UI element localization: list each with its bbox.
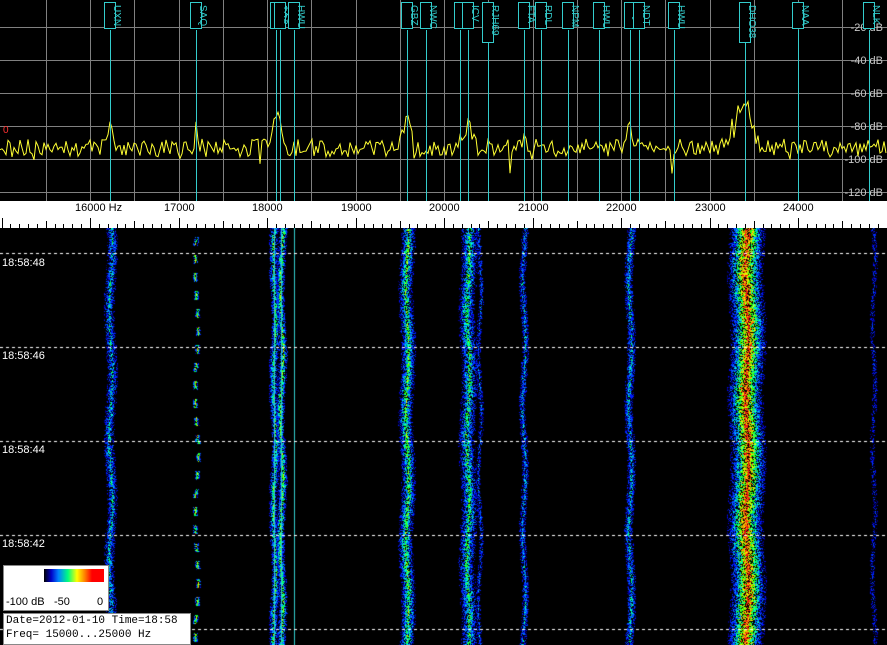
station-label: UXN (111, 5, 122, 26)
station-label: RJH69 (489, 5, 500, 36)
spectrum-plot[interactable]: -20 dB-40 dB-60 dB-80 dB-100 dB-120 dB0U… (0, 0, 887, 201)
frequency-range-text: Freq= 15000...25000 Hz (6, 629, 152, 641)
db-label: -80 dB (851, 121, 883, 133)
spectrum-lab-window: -20 dB -40 dB -60 dB -80 dB -100 dB -120 dB 0 U… (0, 0, 887, 645)
station-label: ICV (469, 5, 480, 22)
db-label: -40 dB (851, 55, 883, 67)
station-label: HWU (295, 5, 306, 29)
scale-label: 20000 (429, 202, 460, 214)
reference-marker: 0 (3, 125, 9, 136)
station-label: HWU (600, 5, 611, 29)
color-legend: -100 dB -50 0 (3, 565, 109, 611)
station-label: NPM (569, 5, 580, 27)
scale-label: 23000 (695, 202, 726, 214)
legend-max-label: 0 (97, 596, 104, 608)
frequency-scale[interactable]: 16000 Hz 17000 18000 19000 20000 21000 22000 23… (0, 201, 887, 228)
scale-label: 21000 (518, 202, 549, 214)
waterfall-display[interactable] (0, 228, 887, 645)
scale-label: 24000 (783, 202, 814, 214)
station-label: HWU (675, 5, 686, 29)
scale-label: 22000 (606, 202, 637, 214)
db-label: -100 dB (844, 154, 883, 166)
scale-label: 19000 (341, 202, 372, 214)
station-label: GBZ (408, 5, 419, 26)
date-time-text: Date=2012-01-10 Time=18:58 (6, 615, 178, 627)
time-label: 18:58:48 (2, 257, 45, 269)
db-label: -60 dB (851, 88, 883, 100)
station-label: SAQ (197, 5, 208, 26)
time-label: 18:58:46 (2, 350, 45, 362)
station-label: NAA (799, 5, 810, 26)
station-label: NDT (640, 5, 651, 26)
station-label: FTA (525, 5, 536, 23)
station-label: NLK (870, 5, 881, 25)
scale-label: 17000 (164, 202, 195, 214)
time-label: 18:58:44 (2, 444, 45, 456)
info-box: Date=2012-01-10 Time=18:58 Freq= 15000..… (3, 613, 191, 645)
scale-label: 18000 (252, 202, 283, 214)
station-label: RDL (542, 5, 553, 25)
db-label: -120 dB (844, 187, 883, 199)
station-label: DHO38 (746, 5, 757, 39)
color-scale-bar (44, 569, 104, 582)
legend-min-label: -100 dB (6, 596, 45, 608)
legend-mid-label: -50 (54, 596, 70, 608)
scale-label: 16000 Hz (75, 202, 123, 214)
station-label: NWC (427, 5, 438, 29)
spectrum-trace (0, 99, 887, 174)
time-label: 18:58:42 (2, 538, 45, 550)
